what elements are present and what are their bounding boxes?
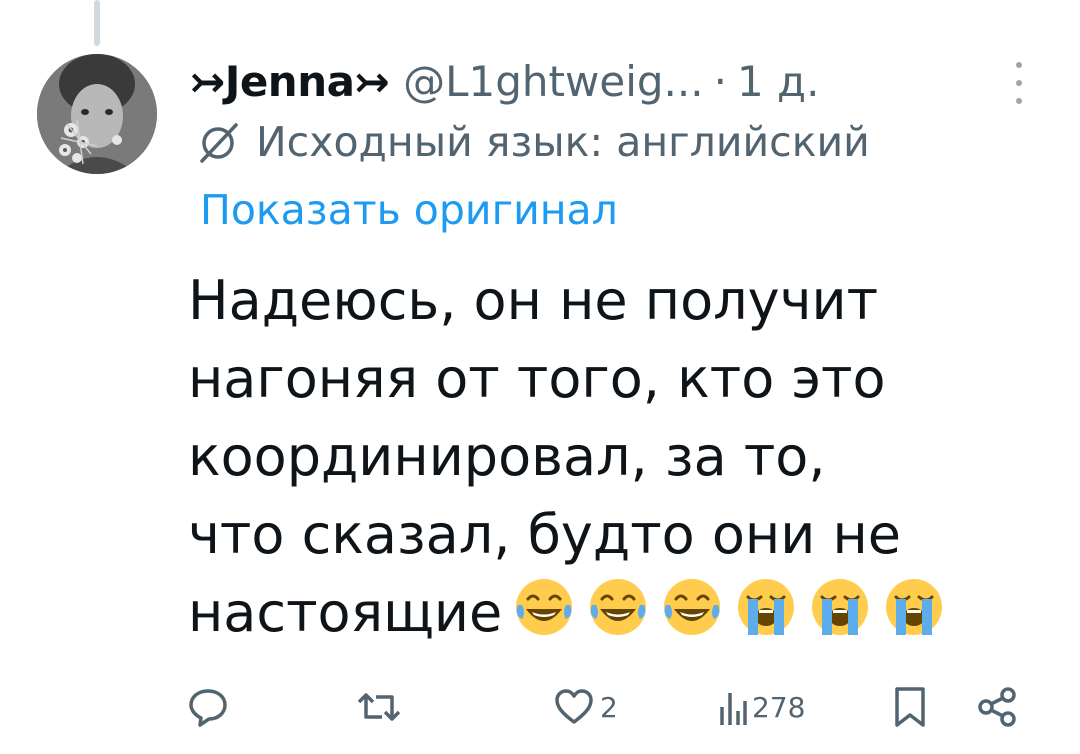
tweet-text-line: настоящие: [188, 581, 503, 644]
like-count: 2: [600, 690, 618, 724]
bookmark-icon: [895, 687, 925, 727]
tweet-timestamp[interactable]: 1 д.: [737, 52, 819, 112]
reply-button[interactable]: [186, 672, 234, 742]
header-separator: ·: [713, 57, 727, 106]
reply-icon: [189, 689, 227, 727]
loudly-crying-face-icon: [886, 579, 943, 635]
thread-connector-line: [94, 0, 100, 46]
views-button[interactable]: 278: [718, 672, 805, 742]
more-options-icon[interactable]: [1004, 58, 1034, 108]
translation-notice: Исходный язык: английский: [196, 112, 870, 172]
tweet-header: ↣Jenna↣ @L1ghtweig... · 1 д.: [190, 52, 819, 112]
like-button[interactable]: 2: [552, 672, 618, 742]
source-language-label: Исходный язык: английский: [256, 118, 870, 166]
tweet-text-line: координировал, за то,: [188, 425, 826, 488]
views-chart-icon: [720, 693, 747, 725]
loudly-crying-face-icon: [812, 579, 869, 635]
tweet-text-line: нагоняя от того, кто это: [188, 347, 886, 410]
repost-icon: [357, 693, 401, 721]
bookmark-button[interactable]: [890, 672, 930, 742]
repost-button[interactable]: [356, 672, 406, 742]
author-handle[interactable]: @L1ghtweig...: [403, 52, 703, 112]
tweet-text-line: что сказал, будто они не: [188, 503, 901, 566]
tweet-actions-bar: 2 278: [186, 672, 1036, 742]
show-original-link[interactable]: Показать оригинал: [200, 180, 618, 240]
loudly-crying-face-icon: [738, 579, 795, 635]
face-with-tears-of-joy-icon: [516, 579, 573, 635]
avatar[interactable]: [37, 54, 157, 174]
emoji-group: [512, 575, 956, 639]
face-with-tears-of-joy-icon: [590, 579, 647, 635]
views-count: 278: [752, 690, 806, 724]
tweet-body: Надеюсь, он не получит нагоняя от того, …: [188, 262, 1048, 652]
heart-icon: [555, 689, 593, 724]
share-icon: [978, 687, 1016, 727]
translate-icon: [200, 123, 238, 163]
tweet-text-line-last: настоящие: [188, 574, 1048, 652]
share-button[interactable]: [976, 672, 1020, 742]
author-display-name[interactable]: ↣Jenna↣: [190, 52, 390, 112]
face-with-tears-of-joy-icon: [664, 579, 721, 635]
tweet-text-line: Надеюсь, он не получит: [188, 269, 879, 332]
